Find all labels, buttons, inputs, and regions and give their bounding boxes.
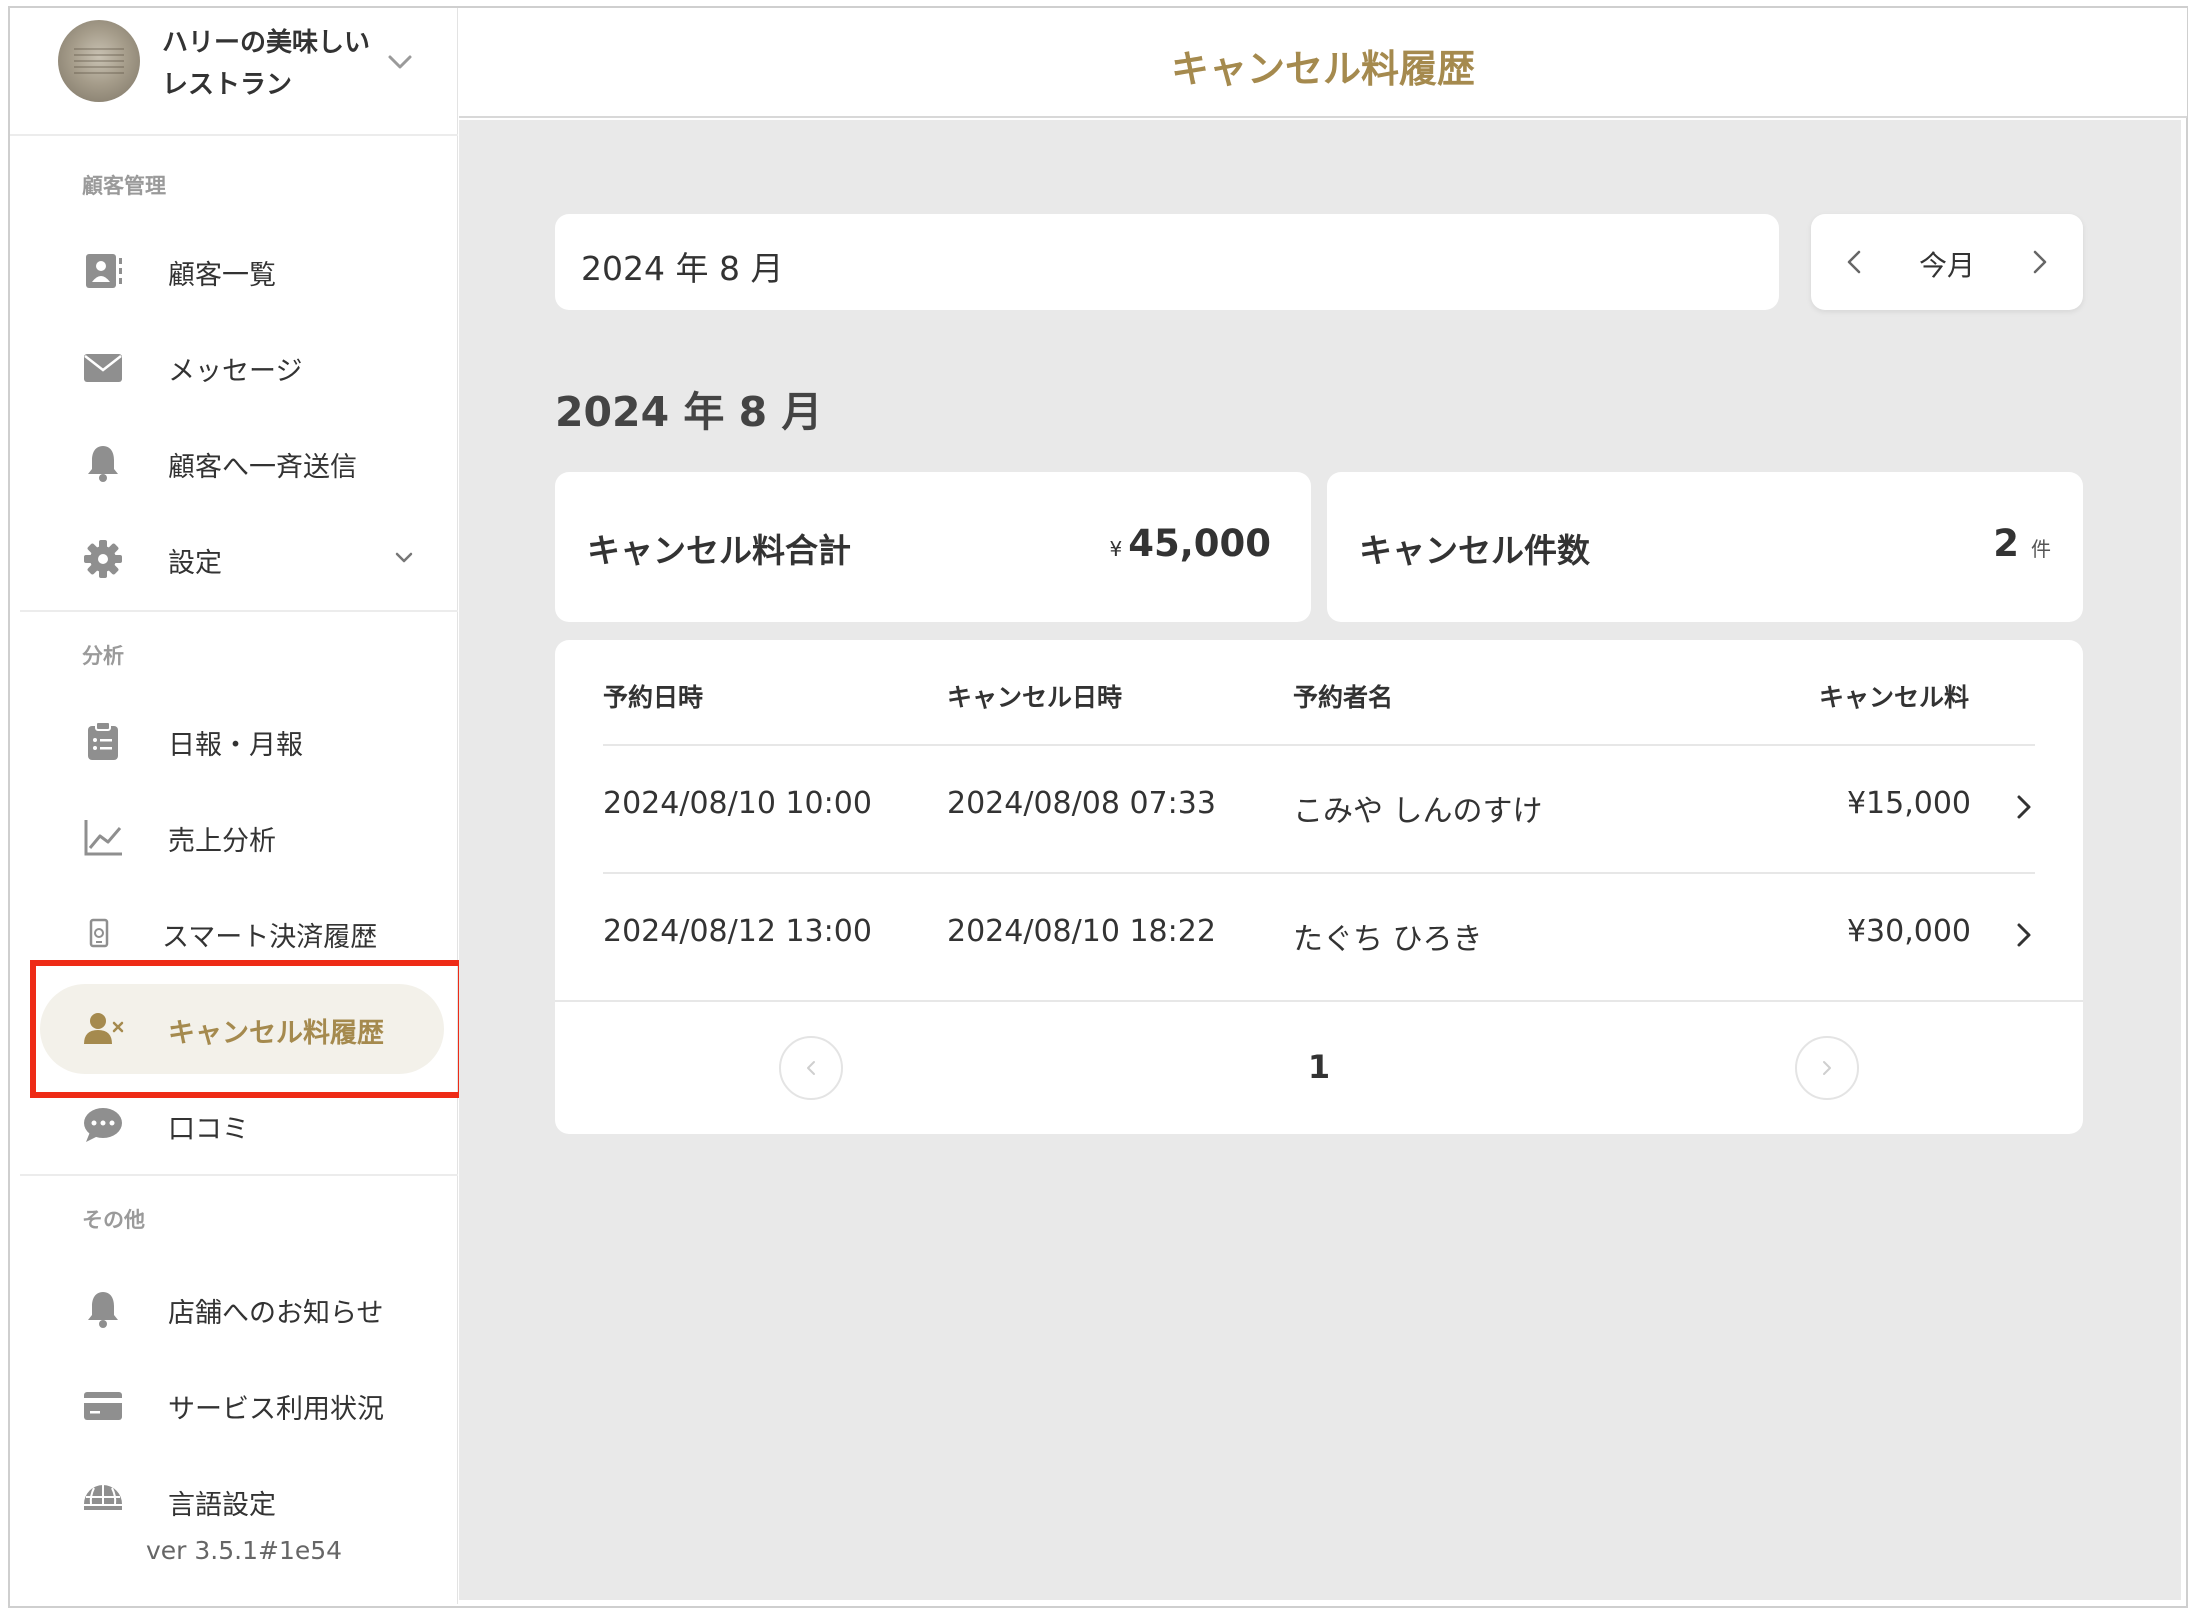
table-divider bbox=[555, 1000, 2083, 1002]
sidebar-divider bbox=[20, 1174, 458, 1176]
month-navigator: 今月 bbox=[1811, 214, 2083, 310]
bell-icon bbox=[88, 1292, 118, 1328]
page-header: キャンセル料履歴 bbox=[459, 8, 2187, 118]
sidebar-item-label: 売上分析 bbox=[168, 826, 276, 857]
sidebar-item-sales[interactable]: 売上分析 bbox=[40, 792, 444, 882]
count-unit: 件 bbox=[2031, 537, 2051, 561]
month-picker-input[interactable]: 2024 年 8 月 bbox=[555, 214, 1779, 310]
row-divider bbox=[603, 744, 2035, 746]
highlight-annotation bbox=[30, 960, 464, 1098]
globe-icon bbox=[84, 1485, 122, 1510]
cancel-count: 2 bbox=[1993, 522, 2019, 565]
sidebar-item-label: 顧客一覧 bbox=[168, 260, 276, 291]
sidebar-item-notices[interactable]: 店舗へのお知らせ bbox=[40, 1264, 444, 1354]
customer-name: こみや しんのすけ bbox=[1293, 794, 1543, 829]
sidebar-item-language[interactable]: 言語設定 bbox=[40, 1456, 444, 1546]
gear-icon bbox=[84, 540, 122, 578]
column-header: キャンセル日時 bbox=[947, 683, 1123, 712]
sidebar-item-label: 日報・月報 bbox=[168, 730, 303, 761]
sidebar-item-customers[interactable]: 顧客一覧 bbox=[40, 226, 444, 316]
cancelled-datetime: 2024/08/10 18:22 bbox=[947, 914, 1216, 949]
page-title: キャンセル料履歴 bbox=[1170, 47, 1475, 91]
sidebar-item-label: 顧客へ一斉送信 bbox=[168, 452, 357, 483]
main-content: 2024 年 8 月 今月 2024 年 8 月 キャンセル料合計 ¥45,00… bbox=[459, 120, 2181, 1600]
month-picker-value: 2024 年 8 月 bbox=[581, 249, 784, 288]
column-header: キャンセル料 bbox=[1819, 683, 1970, 712]
section-label-other: その他 bbox=[82, 1208, 145, 1232]
cancelled-datetime: 2024/08/08 07:33 bbox=[947, 786, 1216, 821]
store-avatar bbox=[58, 20, 140, 102]
chevron-down-icon[interactable] bbox=[390, 544, 418, 572]
next-page-button[interactable] bbox=[1795, 1036, 1859, 1100]
chevron-right-icon bbox=[1823, 1061, 1831, 1075]
cancel-count-card: キャンセル件数 2件 bbox=[1327, 472, 2083, 622]
section-label-analysis: 分析 bbox=[82, 644, 124, 668]
sidebar-item-label: 言語設定 bbox=[168, 1490, 276, 1521]
chevron-down-icon[interactable] bbox=[384, 46, 416, 78]
sidebar-item-daily-monthly[interactable]: 日報・月報 bbox=[40, 696, 444, 786]
line-chart-icon bbox=[84, 820, 122, 856]
chat-bubble-icon bbox=[84, 1108, 122, 1142]
column-header: 予約日時 bbox=[603, 683, 704, 712]
sidebar-item-label: サービス利用状況 bbox=[168, 1394, 384, 1425]
sidebar-item-label: 口コミ bbox=[168, 1114, 249, 1145]
cancel-fee-amount: ¥30,000 bbox=[1846, 914, 1971, 949]
sidebar: ハリーの美味しいレストラン 顧客管理 顧客一覧 メッセージ 顧客へ一斉送信 設定… bbox=[10, 8, 458, 1604]
sidebar-divider bbox=[20, 610, 458, 612]
sidebar-item-label: メッセージ bbox=[168, 356, 303, 387]
chevron-right-icon[interactable] bbox=[2007, 918, 2041, 952]
store-name: ハリーの美味しいレストラン bbox=[162, 28, 371, 100]
sidebar-item-messages[interactable]: メッセージ bbox=[40, 322, 444, 412]
sidebar-item-label: 設定 bbox=[168, 548, 222, 579]
contact-card-icon bbox=[86, 254, 122, 288]
customer-name: たぐち ひろき bbox=[1293, 922, 1483, 957]
stat-value: ¥45,000 bbox=[1109, 522, 1271, 565]
cancel-fee-amount: ¥15,000 bbox=[1846, 786, 1971, 821]
total-amount: 45,000 bbox=[1128, 522, 1271, 565]
sidebar-item-service-usage[interactable]: サービス利用状況 bbox=[40, 1360, 444, 1450]
sidebar-item-broadcast[interactable]: 顧客へ一斉送信 bbox=[40, 418, 444, 508]
reserved-datetime: 2024/08/10 10:00 bbox=[603, 786, 872, 821]
mobile-payment-icon bbox=[89, 918, 109, 948]
credit-card-icon bbox=[84, 1392, 122, 1420]
chevron-right-icon[interactable] bbox=[2007, 790, 2041, 824]
cancel-fee-total-card: キャンセル料合計 ¥45,000 bbox=[555, 472, 1311, 622]
cancel-fee-table: 予約日時 キャンセル日時 予約者名 キャンセル料 2024/08/10 10:0… bbox=[555, 640, 2083, 1134]
envelope-icon bbox=[84, 354, 122, 382]
sidebar-item-settings[interactable]: 設定 bbox=[40, 514, 444, 604]
clipboard-list-icon bbox=[88, 721, 118, 760]
stat-value: 2件 bbox=[1993, 522, 2051, 565]
sidebar-item-label: 店舗へのお知らせ bbox=[168, 1298, 384, 1329]
month-heading: 2024 年 8 月 bbox=[555, 388, 823, 436]
column-header: 予約者名 bbox=[1293, 683, 1394, 712]
chevron-right-icon[interactable] bbox=[2023, 246, 2055, 278]
bell-icon bbox=[88, 446, 118, 482]
section-label-customer: 顧客管理 bbox=[82, 174, 166, 198]
currency-symbol: ¥ bbox=[1109, 537, 1123, 561]
store-switcher[interactable]: ハリーの美味しいレストラン bbox=[10, 8, 458, 136]
stat-title: キャンセル料合計 bbox=[587, 531, 851, 570]
stat-title: キャンセル件数 bbox=[1359, 531, 1590, 570]
app-version: ver 3.5.1#1e54 bbox=[146, 1536, 343, 1565]
sidebar-item-label: スマート決済履歴 bbox=[162, 922, 378, 953]
reserved-datetime: 2024/08/12 13:00 bbox=[603, 914, 872, 949]
row-divider bbox=[603, 872, 2035, 874]
